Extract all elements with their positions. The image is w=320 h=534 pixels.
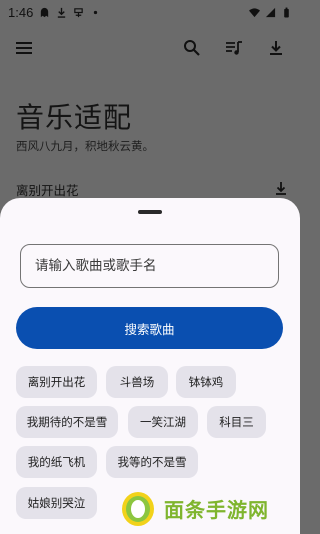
battery-icon <box>284 7 289 18</box>
download-icon[interactable] <box>266 38 286 58</box>
status-bar: 1:46 <box>0 0 300 24</box>
watermark: 面条手游网 <box>118 488 269 528</box>
top-app-bar <box>0 28 300 68</box>
wifi-icon <box>249 7 260 17</box>
suggestion-chip[interactable]: 我期待的不是雪 <box>16 406 118 438</box>
toolbar-actions <box>182 38 286 58</box>
dot-icon <box>94 10 98 14</box>
status-time: 1:46 <box>8 4 34 20</box>
search-bottom-sheet: 搜索歌曲 离别开出花 斗兽场 钵钵鸡 我期待的不是雪 一笑江湖 科目三 我的纸飞… <box>0 198 300 534</box>
suggestion-chip[interactable]: 我等的不是雪 <box>106 446 198 478</box>
suggestion-chip[interactable]: 斗兽场 <box>106 366 168 398</box>
status-icons-right <box>249 7 292 18</box>
status-icons-left <box>39 7 101 18</box>
search-input[interactable] <box>20 244 279 288</box>
drag-handle[interactable] <box>138 210 162 214</box>
song-download-icon[interactable] <box>274 181 288 198</box>
system-notification-icon <box>74 7 84 17</box>
playlist-icon[interactable] <box>224 38 244 58</box>
song-title: 离别开出花 <box>16 183 79 198</box>
watermark-text: 面条手游网 <box>164 497 269 522</box>
suggestion-chip[interactable]: 离别开出花 <box>16 366 97 398</box>
watermark-logo-icon <box>122 492 154 526</box>
download-notification-icon <box>58 7 66 18</box>
page-title: 音乐适配 <box>16 101 133 134</box>
ghost-notification-icon <box>41 7 49 17</box>
search-button[interactable]: 搜索歌曲 <box>16 307 283 349</box>
suggestion-chip[interactable]: 科目三 <box>207 406 266 438</box>
search-icon[interactable] <box>182 38 202 58</box>
suggestion-chip[interactable]: 姑娘别哭泣 <box>16 487 97 519</box>
page-subtitle: 西风八九月，积地秋云黄。 <box>16 139 154 153</box>
suggestion-chip[interactable]: 一笑江湖 <box>128 406 198 438</box>
song-list-item[interactable]: 离别开出花 <box>16 180 288 199</box>
signal-icon <box>265 7 276 17</box>
suggestion-chip[interactable]: 钵钵鸡 <box>176 366 236 398</box>
suggestion-chip[interactable]: 我的纸飞机 <box>16 446 97 478</box>
menu-icon[interactable] <box>14 38 34 58</box>
